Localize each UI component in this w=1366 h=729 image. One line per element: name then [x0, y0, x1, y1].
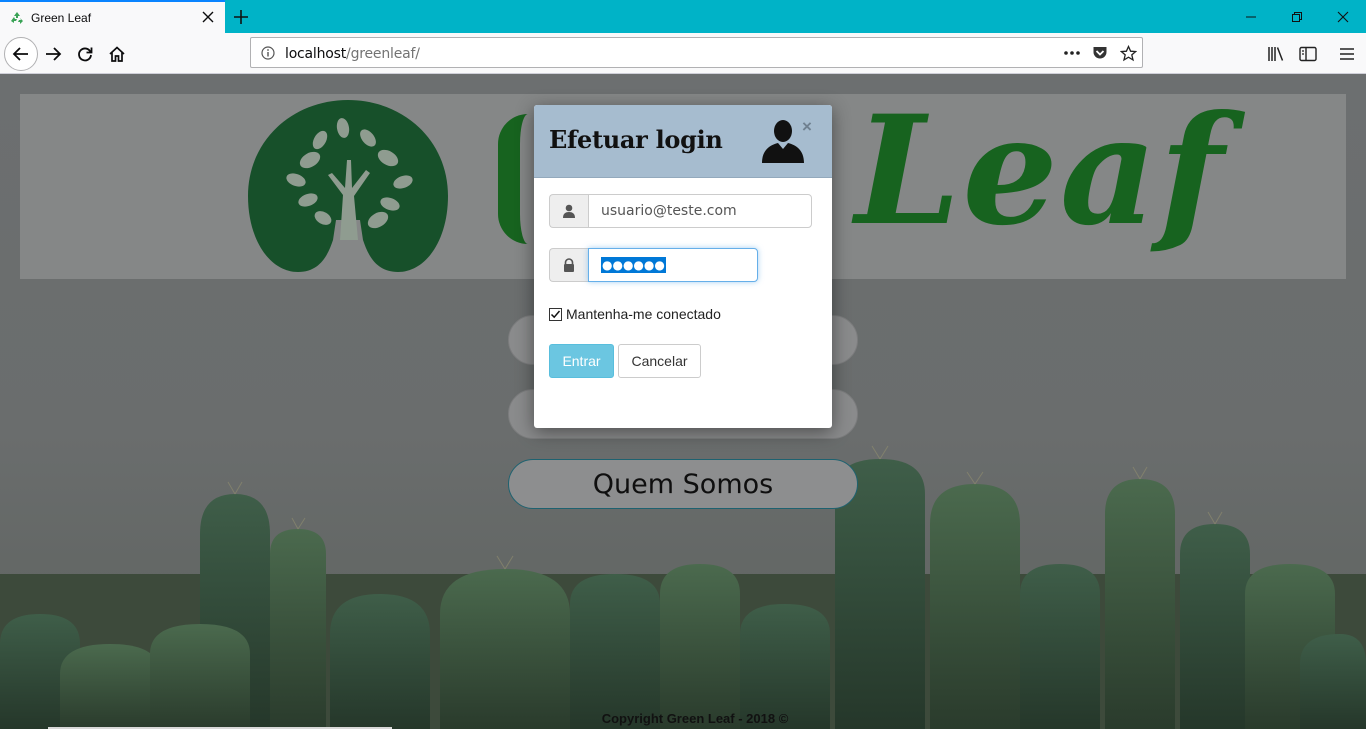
user-avatar-icon	[762, 120, 804, 163]
lock-icon	[549, 248, 588, 282]
site-logo-text: Leaf	[855, 83, 1226, 259]
remember-label: Mantenha-me conectado	[566, 306, 721, 322]
close-window-icon[interactable]	[1320, 0, 1366, 33]
reload-icon[interactable]	[69, 38, 101, 70]
new-tab-plus-icon[interactable]	[230, 6, 252, 28]
email-field[interactable]: usuario@teste.com	[588, 194, 812, 228]
tree-logo-icon	[248, 100, 448, 272]
pocket-icon[interactable]	[1091, 44, 1109, 62]
remember-checkbox[interactable]	[549, 307, 562, 321]
url-text: localhost/greenleaf/	[285, 46, 420, 62]
login-modal: Efetuar login × usuario@teste.com ●●●●●●…	[534, 105, 832, 428]
address-bar[interactable]: localhost/greenleaf/	[250, 37, 1143, 68]
minimize-icon[interactable]	[1228, 0, 1274, 33]
more-icon[interactable]	[1063, 44, 1081, 62]
tab-title: Green Leaf	[31, 10, 92, 25]
email-input-group: usuario@teste.com	[549, 194, 812, 228]
browser-toolbar: localhost/greenleaf/	[0, 33, 1366, 74]
info-icon[interactable]	[261, 46, 275, 60]
menu-icon[interactable]	[1337, 44, 1357, 64]
url-path: /greenleaf/	[346, 46, 420, 62]
modal-title: Efetuar login	[549, 125, 723, 154]
modal-header: Efetuar login ×	[534, 105, 832, 178]
copyright-text: Copyright Green Leaf - 2018 ©	[601, 711, 789, 726]
back-icon[interactable]	[4, 37, 38, 71]
modal-close-icon[interactable]: ×	[802, 118, 812, 135]
remember-me-option[interactable]: Mantenha-me conectado	[549, 306, 721, 322]
home-icon[interactable]	[101, 38, 133, 70]
library-icon[interactable]	[1266, 44, 1286, 64]
cancel-button[interactable]: Cancelar	[618, 344, 701, 378]
password-input-group: ●●●●●●	[549, 248, 758, 282]
tab-strip: Green Leaf	[0, 0, 1366, 33]
password-mask: ●●●●●●	[601, 257, 666, 273]
restore-icon[interactable]	[1274, 0, 1320, 33]
url-host: localhost	[285, 46, 347, 62]
user-icon	[549, 194, 588, 228]
recycle-favicon-icon	[9, 10, 25, 26]
browser-tab[interactable]: Green Leaf	[0, 0, 225, 33]
logo-letter-fragment	[498, 114, 534, 244]
submit-login-button[interactable]: Entrar	[549, 344, 614, 378]
sidebar-icon[interactable]	[1298, 44, 1318, 64]
star-icon[interactable]	[1119, 44, 1137, 62]
forward-icon[interactable]	[37, 38, 69, 70]
menu-quem-somos-button[interactable]: Quem Somos	[508, 459, 858, 509]
password-field[interactable]: ●●●●●●	[588, 248, 758, 282]
tab-close-icon[interactable]	[201, 10, 215, 24]
